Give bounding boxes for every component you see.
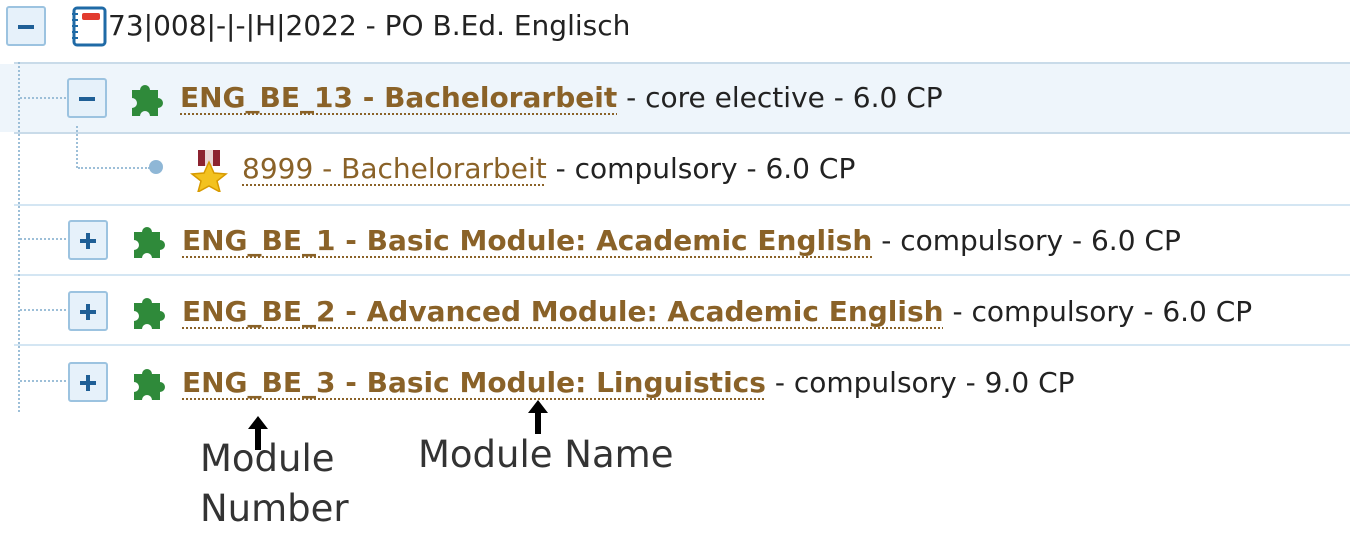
exam-row: 8999 - Bachelorarbeit - compulsory - 6.0… (242, 149, 855, 189)
module-link[interactable]: ENG_BE_1 - Basic Module: Academic Englis… (182, 224, 872, 257)
plus-icon (80, 233, 96, 249)
module-row-2: ENG_BE_1 - Basic Module: Academic Englis… (182, 221, 1181, 261)
expand-module-button[interactable] (68, 291, 108, 331)
leaf-bullet (149, 160, 163, 174)
medal-icon (190, 148, 230, 196)
plus-icon (80, 304, 96, 320)
module-link[interactable]: ENG_BE_13 - Bachelorarbeit (180, 81, 617, 114)
minus-icon (18, 25, 34, 29)
module-details: - compulsory - 6.0 CP (881, 224, 1181, 257)
study-program-icon (70, 5, 108, 47)
module-link[interactable]: ENG_BE_3 - Basic Module: Linguistics (182, 366, 766, 399)
tree-connector (78, 167, 150, 169)
collapse-root-button[interactable] (6, 6, 46, 46)
puzzle-icon (128, 364, 168, 406)
module-details: - compulsory - 9.0 CP (774, 366, 1075, 399)
row-divider (14, 62, 1350, 64)
tree-connector (20, 238, 66, 240)
row-divider (14, 344, 1350, 346)
row-divider (14, 204, 1350, 206)
module-details: - compulsory - 6.0 CP (952, 295, 1253, 328)
row-divider (14, 274, 1350, 276)
module-link[interactable]: ENG_BE_2 - Advanced Module: Academic Eng… (182, 295, 944, 328)
tree-connector (20, 309, 66, 311)
tree-connector (20, 380, 66, 382)
expand-module-button[interactable] (68, 362, 108, 402)
module-row-3: ENG_BE_2 - Advanced Module: Academic Eng… (182, 292, 1252, 332)
exam-details: - compulsory - 6.0 CP (555, 152, 856, 185)
exam-link[interactable]: 8999 - Bachelorarbeit (242, 152, 547, 185)
expand-module-button[interactable] (68, 220, 108, 260)
module-row-4: ENG_BE_3 - Basic Module: Linguistics - c… (182, 363, 1075, 403)
tree-connector (20, 97, 66, 99)
puzzle-icon (128, 293, 168, 335)
module-number-annotation: Module Number (200, 437, 349, 530)
program-title: 73|008|-|-|H|2022 - PO B.Ed. Englisch (108, 9, 631, 42)
collapse-module-button[interactable] (67, 78, 107, 118)
puzzle-icon (126, 80, 166, 122)
row-divider (14, 132, 1350, 134)
plus-icon (80, 375, 96, 391)
module-name-annotation: Module Name (418, 433, 674, 476)
tree-connector (18, 62, 20, 412)
module-details: - core elective - 6.0 CP (626, 81, 943, 114)
minus-icon (79, 97, 95, 101)
puzzle-icon (128, 222, 168, 264)
tree-connector (76, 126, 78, 168)
module-row-1: ENG_BE_13 - Bachelorarbeit - core electi… (180, 78, 943, 118)
